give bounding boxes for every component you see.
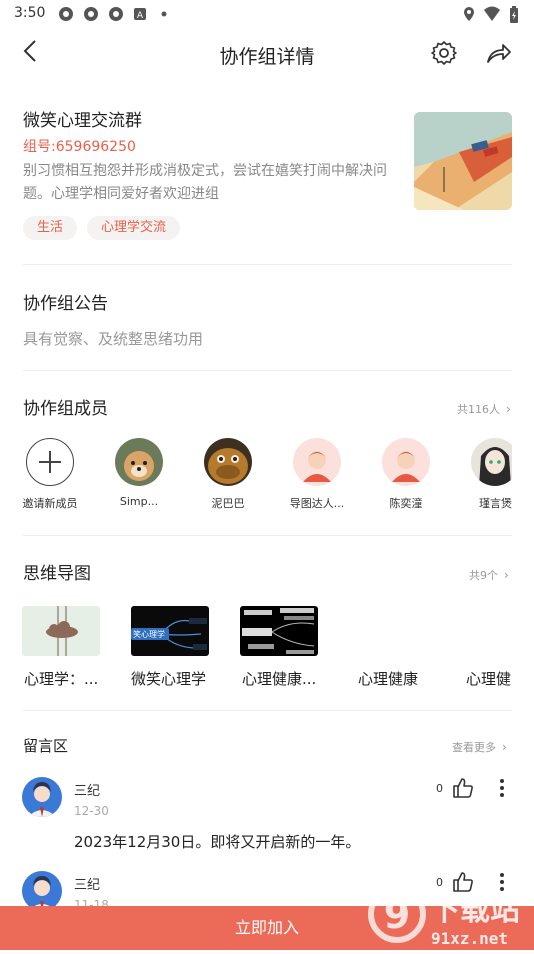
member-item[interactable]: 导图达人...: [282, 438, 352, 511]
member-invite[interactable]: 邀请新成员: [15, 438, 85, 511]
comment-user: 三纪: [74, 784, 101, 799]
member-name: 邀请新成员: [22, 497, 78, 510]
plus-icon: [26, 438, 74, 486]
tag-psychology[interactable]: 心理学交流: [87, 216, 181, 240]
more-options-icon[interactable]: [499, 778, 505, 798]
members-more-link[interactable]: 共116人 ›: [457, 401, 511, 417]
mindmaps-more-link[interactable]: 共9个 ›: [469, 567, 509, 583]
status-bar: 3:50 A: [0, 0, 534, 28]
svg-text:9: 9: [384, 893, 410, 937]
site-watermark: 9 下载站 91xz.net: [365, 884, 534, 950]
thumbs-up-icon[interactable]: [452, 777, 474, 799]
svg-text:A: A: [137, 11, 144, 21]
member-name: Simp...: [119, 495, 159, 508]
avatar[interactable]: [22, 777, 62, 817]
divider: [23, 370, 512, 371]
member-item[interactable]: 泥巴巴: [193, 438, 263, 511]
comment-date: 12-30: [74, 804, 109, 818]
mindmaps-title: 思维导图: [23, 564, 91, 584]
members-count: 共116人: [457, 403, 500, 416]
tag-life[interactable]: 生活: [23, 216, 78, 240]
mindmap-item[interactable]: 心理学：...: [22, 606, 100, 688]
chevron-right-icon: ›: [506, 402, 511, 416]
mindmap-item[interactable]: 心理健: [458, 606, 512, 696]
mindmap-label: 心理健康...: [242, 670, 317, 688]
like-count: 0: [436, 782, 443, 795]
avatar[interactable]: [22, 871, 62, 906]
nav-bar: 协作组详情: [0, 28, 534, 82]
divider: [23, 264, 512, 265]
mindmap-thumb-text: 笑心理学: [133, 629, 165, 639]
members-title: 协作组成员: [23, 399, 108, 419]
mindmap-item[interactable]: 心理健康...: [240, 606, 318, 688]
mindmap-label: 心理学：...: [24, 670, 99, 688]
mindmap-label: 心理健: [466, 670, 512, 688]
notification-icons: [59, 7, 123, 21]
mindmap-label: 微笑心理学: [131, 670, 207, 688]
member-name: 导图达人...: [289, 497, 345, 510]
gear-icon[interactable]: [431, 40, 457, 66]
mindmap-thumbnail: [22, 606, 100, 656]
comment-user: 三纪: [74, 878, 101, 893]
divider: [23, 710, 512, 711]
location-icon: [464, 7, 474, 21]
status-time: 3:50: [14, 5, 46, 21]
member-name: 陈奕潼: [389, 497, 423, 510]
divider: [23, 535, 512, 536]
battery-icon: [510, 6, 518, 23]
member-name: 泥巴巴: [211, 497, 245, 510]
group-name: 微笑心理交流群: [23, 111, 142, 131]
mindmap-thumbnail: [240, 606, 318, 656]
avatar: [115, 438, 163, 486]
mindmap-item[interactable]: 笑心理学 微笑心理学: [131, 606, 209, 688]
app-a-icon: A: [134, 8, 146, 21]
avatar: [382, 438, 430, 486]
comment-date: 11-18: [74, 898, 109, 906]
avatar: [471, 438, 512, 486]
share-icon[interactable]: [486, 41, 512, 65]
member-item[interactable]: 陈奕潼: [371, 438, 441, 511]
comments-title: 留言区: [23, 737, 69, 755]
chevron-right-icon: ›: [502, 740, 507, 754]
group-description: 别习惯相互抱怨并形成消极定式，尝试在嬉笑打闹中解决问题。心理学相同爱好者欢迎进组: [23, 163, 387, 202]
comment-text: 2023年12月30日。即将又开启新的一年。: [74, 833, 361, 851]
mindmap-item[interactable]: 心理健康: [349, 606, 427, 696]
mindmaps-count: 共9个: [469, 569, 498, 582]
watermark-text: 下载站: [430, 893, 520, 928]
chevron-right-icon: ›: [504, 568, 509, 582]
member-item[interactable]: 瑾言煲: [460, 438, 512, 511]
avatar: [293, 438, 341, 486]
dot-icon: [161, 11, 167, 17]
group-cover-image: [414, 112, 512, 210]
watermark-domain: 91xz.net: [431, 929, 508, 948]
notice-title: 协作组公告: [23, 294, 108, 314]
comment-item: 三纪 12-30 2023年12月30日。即将又开启新的一年。 0: [22, 777, 512, 867]
comments-more-link[interactable]: 查看更多 ›: [452, 739, 507, 755]
wifi-icon: [484, 6, 500, 21]
member-item[interactable]: Simp...: [104, 438, 174, 508]
comments-more-text: 查看更多: [452, 741, 496, 754]
mindmap-label: 心理健康: [358, 670, 419, 688]
member-name: 瑾言煲: [479, 497, 512, 510]
mindmap-thumbnail: 笑心理学: [131, 606, 209, 656]
group-id: 组号:659696250: [23, 139, 136, 155]
avatar: [204, 438, 252, 486]
notice-text: 具有觉察、及统整思绪功用: [23, 330, 204, 348]
